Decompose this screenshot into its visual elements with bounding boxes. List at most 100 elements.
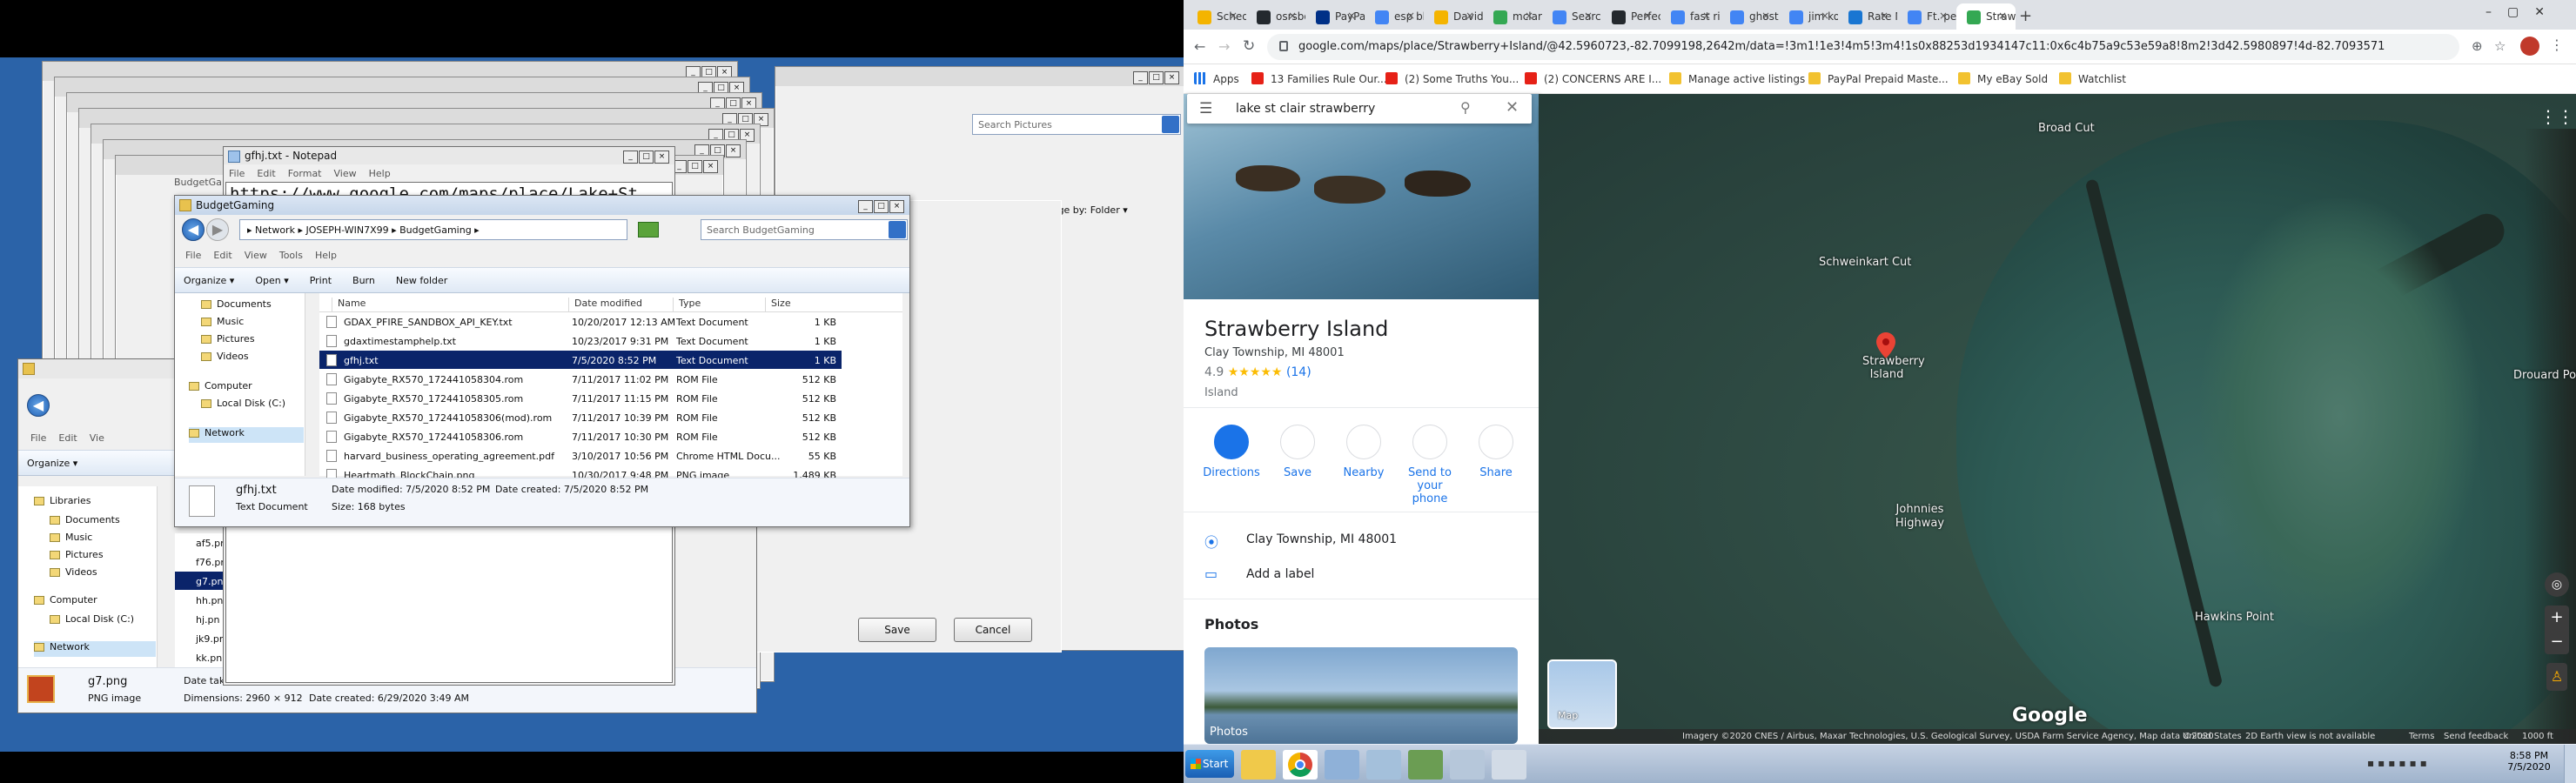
taskbar-app-icon[interactable] [1450, 750, 1485, 780]
close-tab-icon[interactable]: × [1466, 10, 1474, 22]
search-input[interactable]: Search BudgetGaming [701, 219, 908, 240]
browser-tab[interactable]: Search× [1542, 3, 1601, 30]
search-icon[interactable]: ⚲ [1460, 99, 1471, 116]
search-box[interactable]: ☰ lake st clair strawberry ⚲ ✕ [1187, 94, 1532, 124]
browser-tab[interactable]: Schedu× [1187, 3, 1246, 30]
table-row[interactable]: GDAX_PFIRE_SANDBOX_API_KEY.txt 10/20/2017… [319, 312, 842, 331]
close-tab-icon[interactable]: × [1761, 10, 1770, 22]
scale-bar[interactable]: 1000 ft [2522, 732, 2553, 741]
browser-tab[interactable]: David M× [1424, 3, 1483, 30]
chrome-taskbar-icon[interactable] [1283, 750, 1318, 780]
menu-edit[interactable]: Edit [58, 432, 77, 444]
apps-grid-icon[interactable]: ⋮⋮ [2539, 106, 2574, 127]
send-to-phone-button[interactable]: Send to your phone [1399, 425, 1460, 505]
browser-tab[interactable]: Ft. perc× [1897, 3, 1956, 30]
burn-button[interactable]: Burn [352, 275, 375, 286]
browser-tab[interactable]: fast rig× [1660, 3, 1720, 30]
country-link[interactable]: United States [2183, 732, 2242, 741]
nav-network[interactable]: Network [189, 427, 304, 443]
hamburger-menu-icon[interactable]: ☰ [1199, 100, 1212, 117]
back-icon[interactable]: ◀ [27, 394, 50, 417]
nav-documents[interactable]: Documents [201, 298, 272, 314]
nav-local-disk[interactable]: Local Disk (C:) [201, 398, 285, 413]
browser-tab[interactable]: Rate M× [1838, 3, 1897, 30]
taskbar-app-icon[interactable] [1492, 750, 1526, 780]
satellite-map[interactable]: Broad Cut Schweinkart Cut Strawberry Isl… [1539, 94, 2576, 744]
search-input[interactable]: lake st clair strawberry [1236, 102, 1375, 116]
nav-videos[interactable]: Videos [201, 351, 249, 366]
browser-tab[interactable]: ghosts× [1720, 3, 1779, 30]
table-row[interactable]: Gigabyte_RX570_172441058304.rom 7/11/2017… [319, 370, 842, 389]
maximize-button[interactable]: □ [639, 151, 654, 164]
map-view-toggle[interactable]: Map [1547, 659, 1617, 729]
bookmark-apps[interactable]: Apps [1194, 72, 1239, 85]
reload-icon[interactable]: ↻ [1243, 37, 1255, 55]
close-icon[interactable]: ✕ [1506, 98, 1519, 117]
menu-view[interactable]: View [245, 250, 267, 261]
share-button[interactable]: Share [1466, 425, 1526, 479]
back-arrow-icon[interactable]: ← [1194, 38, 1205, 55]
review-count-link[interactable]: (14) [1286, 365, 1311, 379]
chrome-menu-icon[interactable]: ⋮ [2550, 37, 2564, 53]
menu-view[interactable]: Vie [90, 432, 104, 444]
browser-tab[interactable]: esp blu× [1365, 3, 1424, 30]
extension-icon[interactable]: ⊕ [2472, 38, 2483, 54]
add-label-row[interactable]: Add a label [1246, 567, 1314, 581]
browser-tab[interactable]: jim kon× [1779, 3, 1838, 30]
window-controls[interactable]: –▢✕ [2485, 5, 2560, 19]
pictures-search-input[interactable]: Search Pictures [972, 114, 1181, 135]
organize-menu[interactable]: Organize ▾ [27, 458, 77, 469]
forward-arrow-icon[interactable]: → [1218, 38, 1230, 55]
menu-file[interactable]: File [30, 432, 46, 444]
search-icon[interactable] [1162, 116, 1179, 133]
menu-edit[interactable]: Edit [213, 250, 231, 261]
close-tab-icon[interactable]: × [1525, 10, 1533, 22]
new-folder-button[interactable]: New folder [396, 275, 447, 286]
close-tab-icon[interactable]: × [1821, 10, 1829, 22]
nav-music[interactable]: Music [201, 316, 244, 331]
browser-tab[interactable]: PayPal× [1305, 3, 1365, 30]
bookmark-item[interactable]: 13 Families Rule Our... [1251, 72, 1387, 85]
taskbar-app-icon[interactable] [1408, 750, 1443, 780]
column-name[interactable]: Name [332, 298, 366, 311]
minimize-button[interactable]: _ [858, 200, 873, 213]
maximize-button[interactable]: □ [874, 200, 889, 213]
bookmark-item[interactable]: My eBay Sold [1958, 72, 2048, 85]
open-menu[interactable]: Open ▾ [255, 275, 288, 286]
table-row[interactable]: gdaxtimestamphelp.txt 10/23/2017 9:31 PM T… [319, 331, 842, 351]
nav-local-disk[interactable]: Local Disk (C:) [50, 613, 134, 629]
organize-menu[interactable]: Organize ▾ [184, 275, 234, 286]
directions-button[interactable]: Directions [1201, 425, 1262, 479]
nav-pictures[interactable]: Pictures [201, 333, 255, 349]
nav-documents[interactable]: Documents [50, 514, 120, 530]
menu-format[interactable]: Format [288, 168, 322, 179]
browser-tab[interactable]: Perfect× [1601, 3, 1660, 30]
close-tab-icon[interactable]: × [1347, 10, 1356, 22]
new-tab-button[interactable]: + [2019, 7, 2032, 25]
save-button[interactable]: Save [858, 618, 936, 642]
taskbar-app-icon[interactable] [1366, 750, 1401, 780]
terms-link[interactable]: Terms [2409, 732, 2434, 741]
minimize-button[interactable]: _ [623, 151, 638, 164]
address-bar[interactable]: ▸ Network ▸ JOSEPH-WIN7X99 ▸ BudgetGamin… [239, 219, 627, 240]
menu-tools[interactable]: Tools [279, 250, 303, 261]
nav-computer[interactable]: Computer [189, 380, 252, 396]
explorer-taskbar-icon[interactable] [1241, 750, 1276, 780]
compass-icon[interactable]: ◎ [2545, 572, 2569, 597]
nav-pictures[interactable]: Pictures [50, 549, 104, 565]
nav-network[interactable]: Network [34, 641, 156, 657]
profile-avatar[interactable] [2520, 37, 2539, 56]
menu-help[interactable]: Help [369, 168, 391, 179]
search-icon[interactable] [889, 221, 906, 238]
photos-thumbnail[interactable]: Photos [1204, 647, 1518, 744]
menu-file[interactable]: File [185, 250, 201, 261]
print-button[interactable]: Print [310, 275, 332, 286]
close-tab-icon[interactable]: × [1998, 10, 2007, 22]
zoom-in-button[interactable]: + [2545, 606, 2569, 630]
bookmark-item[interactable]: PayPal Prepaid Maste... [1808, 72, 1949, 85]
show-desktop-button[interactable] [2564, 745, 2576, 783]
close-tab-icon[interactable]: × [1584, 10, 1593, 22]
arrange-by-select[interactable]: Folder ▾ [1090, 204, 1128, 216]
bookmark-star-icon[interactable]: ☆ [2494, 38, 2506, 54]
nav-computer[interactable]: Computer [34, 594, 97, 610]
